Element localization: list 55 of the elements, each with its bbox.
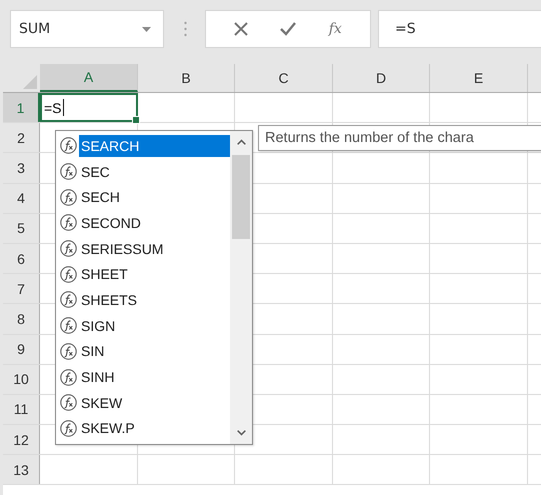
row-header[interactable]: 13: [3, 455, 40, 484]
function-icon: [60, 266, 77, 283]
formula-bar[interactable]: =S: [378, 10, 541, 48]
grip-icon: [184, 21, 187, 37]
function-option[interactable]: SKEW.P: [79, 417, 137, 440]
function-icon: [60, 394, 77, 412]
function-option[interactable]: SEARCH: [79, 134, 230, 157]
column-header[interactable]: D: [333, 64, 430, 92]
row-header[interactable]: 4: [3, 184, 40, 213]
column-header[interactable]: A: [40, 64, 138, 92]
function-option[interactable]: SEC: [79, 160, 112, 183]
function-icon: [60, 291, 77, 308]
scrollbar[interactable]: [230, 131, 252, 444]
text-cursor: [62, 99, 64, 116]
row-header[interactable]: 2: [3, 123, 40, 152]
row-header[interactable]: 8: [3, 304, 40, 334]
row-header[interactable]: 1: [3, 93, 40, 122]
function-option[interactable]: SIN: [79, 340, 106, 362]
function-icon: [60, 317, 77, 334]
function-icon: [60, 188, 77, 206]
row-header[interactable]: 11: [3, 394, 40, 424]
function-option[interactable]: SECH: [79, 186, 122, 208]
row-header[interactable]: 9: [3, 334, 40, 364]
column-header[interactable]: E: [430, 64, 528, 92]
row-header[interactable]: 3: [3, 153, 40, 183]
function-option[interactable]: SIGN: [79, 314, 118, 337]
column-header[interactable]: C: [235, 64, 333, 92]
function-icon: [60, 163, 77, 180]
function-option[interactable]: SHEET: [79, 263, 130, 286]
function-icon: [60, 214, 77, 232]
scroll-down-icon[interactable]: [236, 430, 246, 436]
scroll-thumb[interactable]: [232, 155, 250, 239]
row-header[interactable]: 10: [3, 364, 40, 394]
column-header[interactable]: B: [138, 64, 235, 92]
function-option[interactable]: SERIESSUM: [79, 238, 166, 260]
function-icon: [60, 137, 77, 154]
function-option[interactable]: SINH: [79, 366, 116, 388]
row-header[interactable]: 5: [3, 214, 40, 243]
function-tooltip: Returns the number of the chara: [258, 125, 541, 151]
active-cell[interactable]: =S: [40, 93, 138, 122]
function-icon: [60, 368, 77, 386]
function-option[interactable]: SHEETS: [79, 288, 140, 311]
insert-function-button[interactable]: fx: [324, 17, 346, 41]
fill-handle[interactable]: [132, 116, 140, 124]
function-option[interactable]: SKEW: [79, 392, 124, 414]
function-icon: [60, 420, 77, 437]
name-box[interactable]: SUM: [10, 10, 164, 48]
function-icon: [60, 240, 77, 258]
row-header[interactable]: 12: [3, 425, 40, 454]
function-option[interactable]: SECOND: [79, 212, 143, 234]
row-header[interactable]: 7: [3, 274, 40, 304]
dropdown-arrow-icon[interactable]: [142, 26, 151, 32]
function-icon: [60, 342, 77, 360]
row-header[interactable]: 6: [3, 244, 40, 274]
scroll-up-icon[interactable]: [236, 139, 246, 145]
